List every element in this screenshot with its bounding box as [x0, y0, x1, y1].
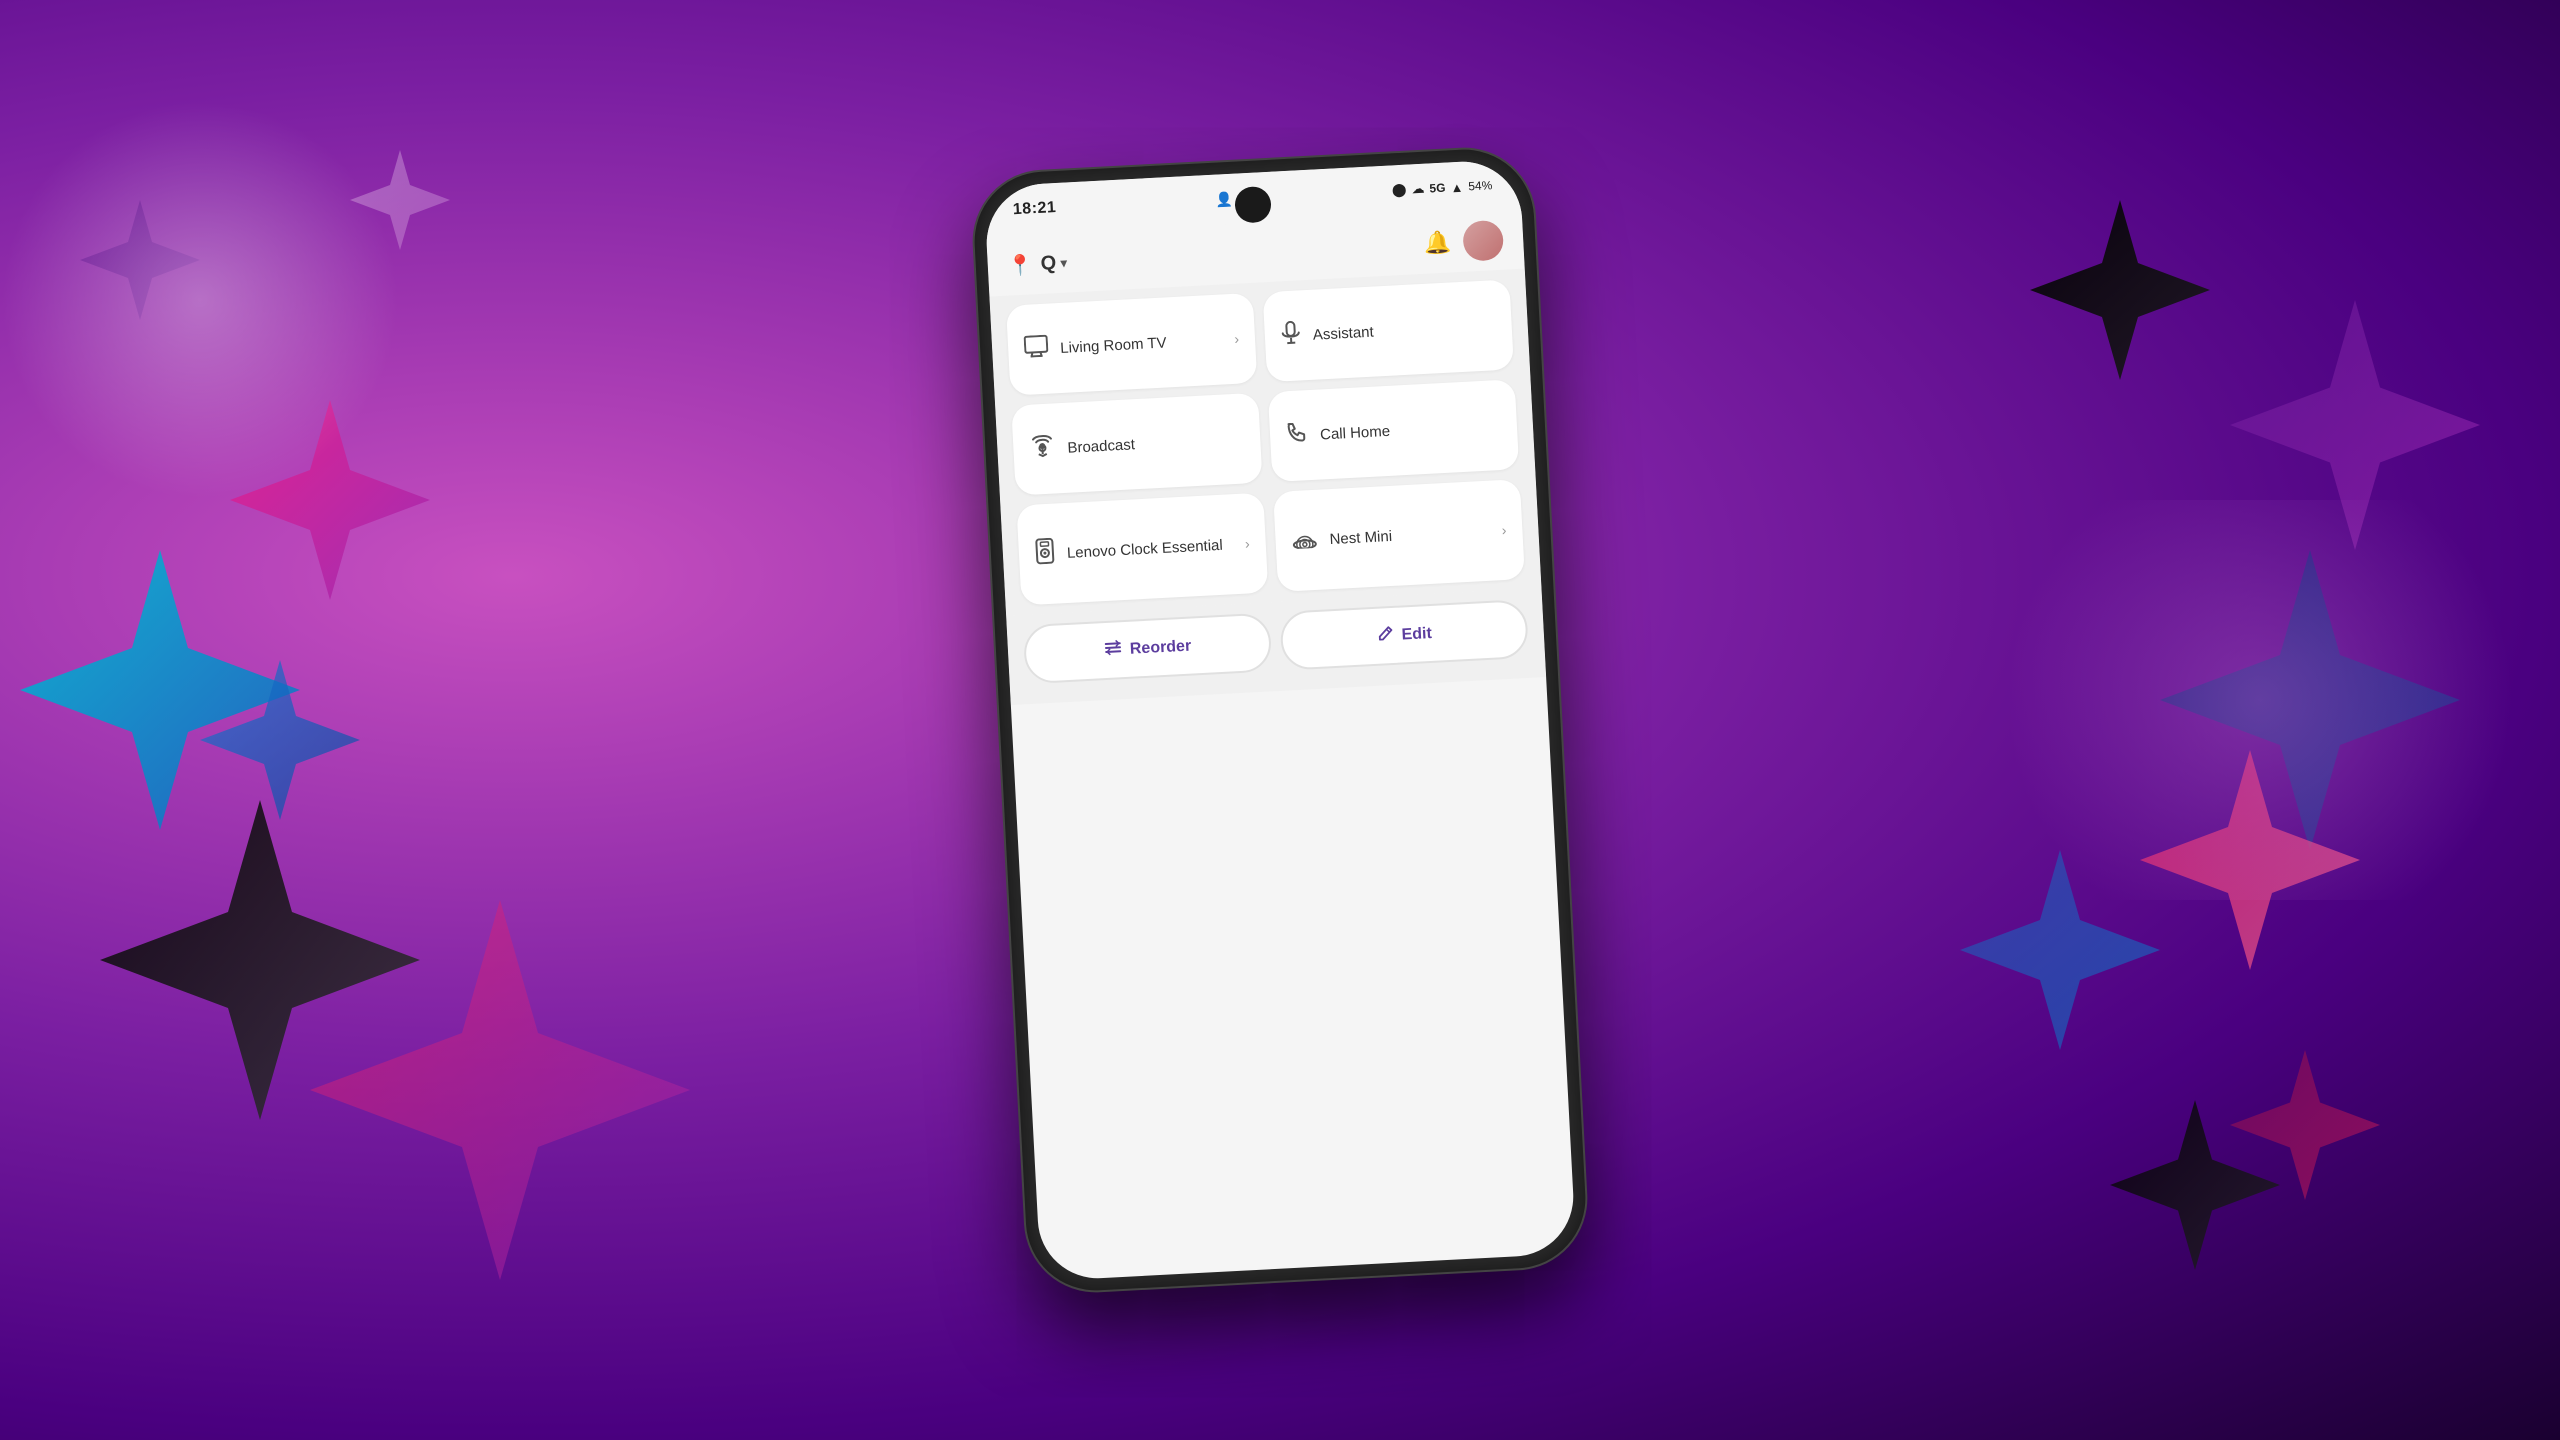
nest-mini-icon: [1291, 525, 1318, 555]
broadcast-icon: [1029, 433, 1057, 465]
search-area[interactable]: Q ▾: [1040, 251, 1068, 275]
glow-2: [1960, 500, 2560, 900]
search-q-label: Q: [1040, 252, 1057, 276]
lenovo-clock-label: Lenovo Clock Essential: [1067, 536, 1234, 562]
card-lenovo-clock[interactable]: Lenovo Clock Essential ›: [1016, 493, 1268, 606]
wifi-icon: ☁: [1411, 181, 1425, 198]
nest-mini-label: Nest Mini: [1329, 522, 1490, 547]
status-time: 18:21: [1012, 199, 1056, 219]
app-area: 📍 Q ▾ 🔔: [986, 209, 1576, 1282]
bluetooth-icon: ⬤: [1392, 182, 1407, 199]
edit-label: Edit: [1401, 624, 1432, 644]
tv-icon: [1024, 334, 1049, 364]
living-room-tv-chevron: ›: [1234, 331, 1240, 347]
card-call-home[interactable]: Call Home: [1268, 379, 1519, 482]
top-bar-left: 📍 Q ▾: [1007, 250, 1068, 278]
edit-button[interactable]: Edit: [1279, 599, 1529, 671]
phone-screen: 18:21 👤 ⬤ ☁ 5G ▲ 54% 📍 Q: [984, 159, 1577, 1282]
speaker-box-icon: [1034, 537, 1056, 571]
user-avatar[interactable]: [1462, 220, 1504, 262]
status-icons: ⬤ ☁ 5G ▲ 54%: [1392, 177, 1493, 198]
chevron-down-icon: ▾: [1060, 254, 1068, 271]
card-assistant[interactable]: Assistant: [1263, 279, 1514, 382]
card-broadcast[interactable]: Broadcast: [1011, 393, 1262, 496]
network-icon: 5G: [1429, 181, 1446, 196]
top-bar-right: 🔔: [1423, 220, 1504, 264]
living-room-tv-label: Living Room TV: [1060, 331, 1223, 356]
signal-icon: ▲: [1450, 179, 1464, 195]
assistant-label: Assistant: [1312, 317, 1496, 344]
reorder-label: Reorder: [1129, 637, 1191, 658]
battery-icon: 54%: [1468, 178, 1493, 193]
reorder-icon: [1103, 638, 1122, 662]
mic-icon: [1280, 320, 1302, 352]
reorder-button[interactable]: Reorder: [1023, 612, 1273, 684]
phone-outer-shell: 18:21 👤 ⬤ ☁ 5G ▲ 54% 📍 Q: [971, 146, 1589, 1294]
lenovo-clock-chevron: ›: [1245, 535, 1251, 551]
card-nest-mini[interactable]: Nest Mini ›: [1273, 479, 1525, 592]
location-icon: 📍: [1007, 252, 1033, 278]
cards-grid: Living Room TV › A: [989, 269, 1541, 617]
phone-device: 18:21 👤 ⬤ ☁ 5G ▲ 54% 📍 Q: [971, 146, 1589, 1294]
broadcast-label: Broadcast: [1067, 430, 1245, 456]
edit-icon: [1376, 624, 1394, 647]
phone-icon: [1285, 421, 1308, 451]
bell-icon[interactable]: 🔔: [1423, 229, 1452, 256]
status-user-icon: 👤: [1215, 190, 1233, 208]
card-living-room-tv[interactable]: Living Room TV ›: [1006, 293, 1257, 396]
call-home-label: Call Home: [1320, 417, 1502, 443]
glow-1: [0, 100, 400, 500]
nest-mini-chevron: ›: [1501, 522, 1507, 538]
